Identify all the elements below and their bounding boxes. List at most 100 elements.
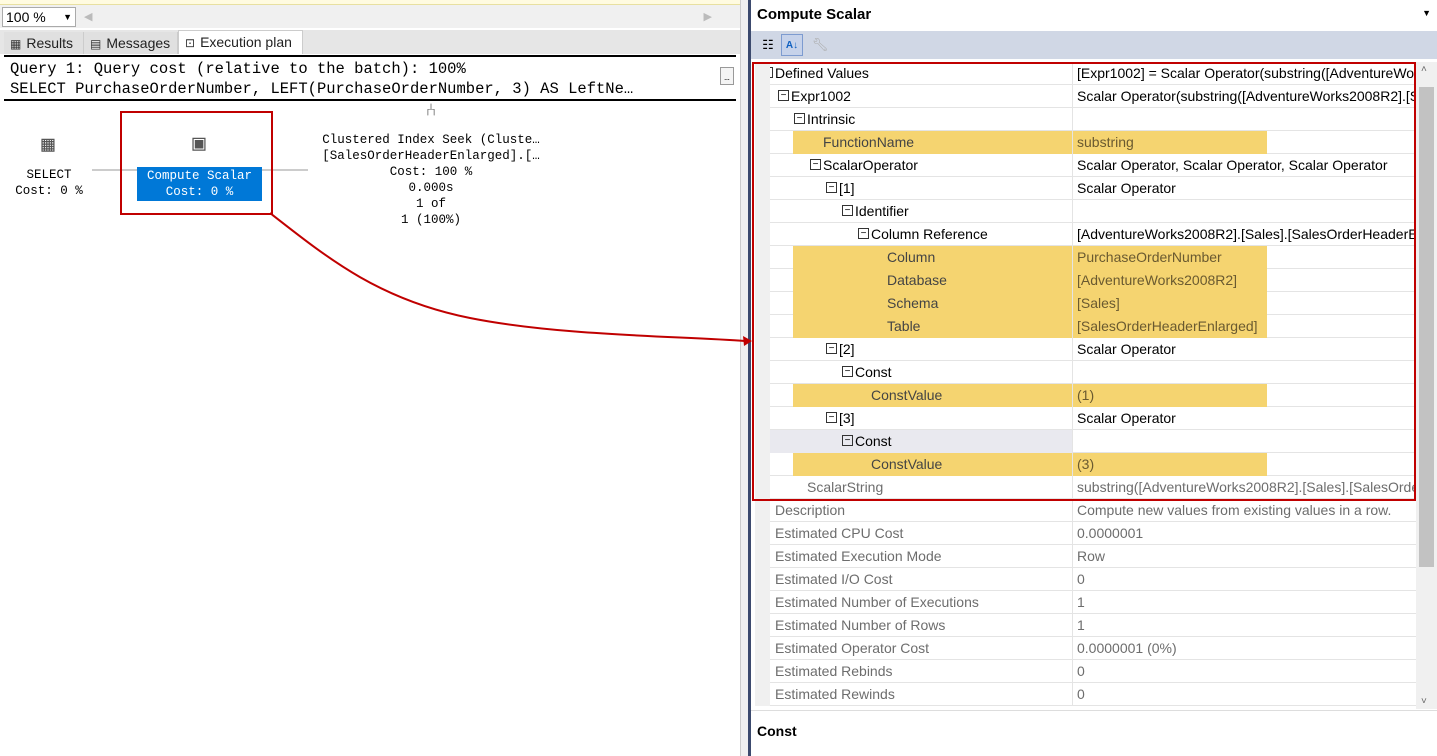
property-value[interactable]: Row — [1072, 545, 1418, 568]
property-row[interactable]: Schema [Sales] — [755, 292, 1418, 315]
collapse-icon[interactable]: − — [842, 435, 853, 446]
compute-scalar-icon[interactable]: ▣ — [186, 134, 212, 156]
property-name-cell[interactable]: Estimated I/O Cost — [770, 568, 1072, 591]
collapse-icon[interactable]: − — [858, 228, 869, 239]
property-value[interactable]: Scalar Operator(substring([AdventureWork… — [1072, 85, 1418, 108]
property-name-cell[interactable]: − ScalarOperator — [770, 154, 1072, 177]
property-value[interactable]: PurchaseOrderNumber — [1072, 246, 1418, 269]
scroll-down-icon[interactable]: ˅ — [1421, 696, 1427, 707]
property-value[interactable]: 0 — [1072, 660, 1418, 683]
compute-scalar-node[interactable]: Compute Scalar Cost: 0 % — [137, 167, 262, 201]
property-row[interactable]: Estimated Operator Cost 0.0000001 (0%) — [755, 637, 1418, 660]
property-value[interactable]: [AdventureWorks2008R2] — [1072, 269, 1418, 292]
property-name-cell[interactable]: Estimated Number of Rows — [770, 614, 1072, 637]
property-row[interactable]: FunctionName substring — [755, 131, 1418, 154]
property-value[interactable]: [Expr1002] = Scalar Operator(substring([… — [1072, 62, 1418, 85]
property-row[interactable]: − [1] Scalar Operator — [755, 177, 1418, 200]
property-value[interactable]: [Sales] — [1072, 292, 1418, 315]
property-value[interactable]: substring([AdventureWorks2008R2].[Sales]… — [1072, 476, 1418, 499]
property-value[interactable] — [1072, 108, 1418, 131]
property-name-cell[interactable]: Estimated Rewinds — [770, 683, 1072, 706]
property-name-cell[interactable]: Estimated Operator Cost — [770, 637, 1072, 660]
property-value[interactable]: 0.0000001 (0%) — [1072, 637, 1418, 660]
scrollbar-thumb[interactable] — [1419, 87, 1434, 567]
property-name-cell[interactable]: − Expr1002 — [770, 85, 1072, 108]
property-row[interactable]: Estimated Execution Mode Row — [755, 545, 1418, 568]
property-name-cell[interactable]: − Const — [770, 361, 1072, 384]
property-row[interactable]: Database [AdventureWorks2008R2] — [755, 269, 1418, 292]
property-value[interactable]: Compute new values from existing values … — [1072, 499, 1418, 522]
property-name-cell[interactable]: − [1] — [770, 177, 1072, 200]
property-value[interactable]: Scalar Operator — [1072, 338, 1418, 361]
property-row[interactable]: − [2] Scalar Operator — [755, 338, 1418, 361]
property-name-cell[interactable]: − Column Reference — [770, 223, 1072, 246]
property-row[interactable]: ConstValue (1) — [755, 384, 1418, 407]
property-name-cell[interactable]: Schema — [770, 292, 1072, 315]
scroll-up-icon[interactable]: ˄ — [1421, 64, 1427, 75]
property-value[interactable]: [AdventureWorks2008R2].[Sales].[SalesOrd… — [1072, 223, 1418, 246]
property-name-cell[interactable]: − Identifier — [770, 200, 1072, 223]
property-value[interactable]: [SalesOrderHeaderEnlarged] — [1072, 315, 1418, 338]
property-value[interactable]: Scalar Operator — [1072, 407, 1418, 430]
property-row[interactable]: − Intrinsic — [755, 108, 1418, 131]
chevron-down-icon[interactable]: ▼ — [1422, 8, 1431, 18]
property-row[interactable]: − Defined Values [Expr1002] = Scalar Ope… — [755, 62, 1418, 85]
collapse-icon[interactable]: − — [842, 205, 853, 216]
property-value[interactable]: substring — [1072, 131, 1418, 154]
property-value[interactable] — [1072, 200, 1418, 223]
collapse-icon[interactable]: − — [794, 113, 805, 124]
property-name-cell[interactable]: − [3] — [770, 407, 1072, 430]
property-row[interactable]: − Const — [755, 361, 1418, 384]
collapse-icon[interactable]: − — [826, 182, 837, 193]
property-name-cell[interactable]: ScalarString — [770, 476, 1072, 499]
property-row[interactable]: ScalarString substring([AdventureWorks20… — [755, 476, 1418, 499]
property-name-cell[interactable]: Estimated Number of Executions — [770, 591, 1072, 614]
property-name-cell[interactable]: Column — [770, 246, 1072, 269]
categorized-icon[interactable]: ☷ — [757, 34, 779, 56]
property-row[interactable]: Column PurchaseOrderNumber — [755, 246, 1418, 269]
tab-execution-plan[interactable]: ⊡ Execution plan — [178, 30, 303, 54]
tab-results[interactable]: ▦ Results — [4, 32, 84, 54]
property-value[interactable]: 0.0000001 — [1072, 522, 1418, 545]
property-value[interactable]: 0 — [1072, 683, 1418, 706]
property-name-cell[interactable]: Database — [770, 269, 1072, 292]
property-name-cell[interactable]: FunctionName — [770, 131, 1072, 154]
property-row[interactable]: Estimated Rewinds 0 — [755, 683, 1418, 706]
property-name-cell[interactable]: ConstValue — [770, 453, 1072, 476]
property-row[interactable]: − Identifier — [755, 200, 1418, 223]
property-name-cell[interactable]: − Intrinsic — [770, 108, 1072, 131]
property-row[interactable]: Table [SalesOrderHeaderEnlarged] — [755, 315, 1418, 338]
property-value[interactable] — [1072, 430, 1418, 453]
property-name-cell[interactable]: ConstValue — [770, 384, 1072, 407]
property-row[interactable]: − Column Reference [AdventureWorks2008R2… — [755, 223, 1418, 246]
collapse-icon[interactable]: − — [770, 67, 773, 78]
property-value[interactable]: Scalar Operator, Scalar Operator, Scalar… — [1072, 154, 1418, 177]
property-name-cell[interactable]: − [2] — [770, 338, 1072, 361]
collapse-icon[interactable]: − — [826, 343, 837, 354]
clustered-index-seek-icon[interactable]: ⑃ — [418, 103, 444, 121]
property-row[interactable]: Estimated Rebinds 0 — [755, 660, 1418, 683]
property-row[interactable]: − Expr1002 Scalar Operator(substring([Ad… — [755, 85, 1418, 108]
property-name-cell[interactable]: Estimated CPU Cost — [770, 522, 1072, 545]
property-row[interactable]: Estimated Number of Rows 1 — [755, 614, 1418, 637]
property-value[interactable]: 1 — [1072, 614, 1418, 637]
collapse-icon[interactable]: − — [826, 412, 837, 423]
show-query-button[interactable]: … — [720, 67, 734, 85]
property-row[interactable]: Estimated Number of Executions 1 — [755, 591, 1418, 614]
property-value[interactable] — [1072, 361, 1418, 384]
property-row[interactable]: − [3] Scalar Operator — [755, 407, 1418, 430]
property-value[interactable]: Scalar Operator — [1072, 177, 1418, 200]
alphabetical-sort-icon[interactable]: A↓ — [781, 34, 803, 56]
collapse-icon[interactable]: − — [842, 366, 853, 377]
select-node[interactable]: SELECT Cost: 0 % — [8, 167, 90, 199]
wrench-icon[interactable]: 🔧︎ — [809, 34, 831, 56]
property-name-cell[interactable]: − Defined Values — [770, 62, 1072, 85]
property-name-cell[interactable]: Estimated Rebinds — [770, 660, 1072, 683]
scroll-right-icon[interactable]: ▶ — [704, 7, 712, 27]
property-row[interactable]: ConstValue (3) — [755, 453, 1418, 476]
tab-messages[interactable]: ▤ Messages — [84, 32, 178, 54]
property-row[interactable]: Estimated CPU Cost 0.0000001 — [755, 522, 1418, 545]
property-row[interactable]: − Const — [755, 430, 1418, 453]
horizontal-scrollbar[interactable]: ◀ ▶ — [80, 7, 716, 27]
property-name-cell[interactable]: Description — [770, 499, 1072, 522]
